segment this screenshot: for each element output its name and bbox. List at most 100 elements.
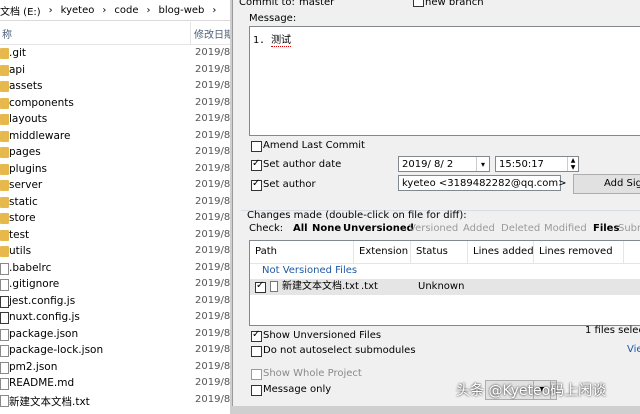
set-author-date-label: Set author date: [263, 159, 342, 170]
view-patch-link[interactable]: Vie: [627, 344, 640, 355]
folder-icon: [0, 147, 9, 158]
file-list-item[interactable]: test 2019/8/: [0, 228, 234, 244]
file-list-item[interactable]: utils 2019/8/: [0, 244, 234, 260]
filter-versioned[interactable]: Versioned: [409, 223, 458, 234]
file-icon: [0, 328, 9, 341]
file-icon: [0, 394, 9, 407]
author-input[interactable]: kyeteo <3189482282@qq.com>: [398, 175, 567, 191]
author-date-value: 2019/ 8/ 2: [402, 159, 454, 170]
file-date: 2019/8/: [195, 129, 234, 141]
set-author-checkbox[interactable]: [251, 178, 262, 191]
author-date-picker[interactable]: 2019/ 8/ 2 ▾: [398, 156, 490, 172]
file-explorer: 文档 (E:) › kyeteo › code › blog-web › 称 修…: [0, 0, 234, 414]
file-name: nuxt.config.js: [9, 311, 80, 323]
file-name: pm2.json: [9, 360, 58, 373]
show-unversioned-checkbox[interactable]: [251, 329, 262, 342]
file-date: 2019/8/: [195, 47, 234, 58]
breadcrumb-separator: ›: [102, 4, 107, 16]
column-lines-added-header[interactable]: Lines added: [468, 241, 534, 263]
table-row[interactable]: 新建文本文档.txt .txt Unknown: [250, 279, 640, 295]
row-checkbox[interactable]: [255, 280, 266, 293]
file-icon: [0, 361, 9, 374]
set-author-date-checkbox[interactable]: [251, 158, 262, 171]
folder-icon: [0, 180, 9, 191]
file-list-item[interactable]: pm2.json 2019/8/: [0, 360, 234, 376]
commit-message-input[interactable]: 1. 测试: [249, 26, 640, 136]
commit-to-label: Commit to:: [239, 0, 295, 8]
folder-icon: [0, 163, 9, 175]
file-date: 2019/8/: [195, 261, 234, 273]
filter-unversioned[interactable]: Unversioned: [343, 223, 414, 234]
file-list-item[interactable]: jest.config.js 2019/8/: [0, 294, 234, 310]
file-list-item[interactable]: package-lock.json 2019/8/: [0, 343, 234, 359]
file-name: jest.config.js: [9, 294, 76, 307]
file-list-item[interactable]: middleware 2019/8/: [0, 129, 234, 145]
file-list-item[interactable]: assets 2019/8/: [0, 79, 234, 95]
file-list-item[interactable]: .babelrc 2019/8/: [0, 261, 234, 277]
file-list-item[interactable]: 新建文本文档.txt 2019/8/: [0, 393, 234, 409]
no-autoselect-checkbox[interactable]: [251, 346, 262, 357]
calendar-dropdown-icon[interactable]: ▾: [476, 157, 489, 171]
amend-checkbox[interactable]: [251, 141, 262, 152]
file-list-item[interactable]: plugins 2019/8/: [0, 162, 234, 178]
file-icon: [0, 345, 9, 357]
set-author-label: Set author: [263, 179, 316, 190]
row-extension: .txt: [361, 281, 378, 292]
author-time-input[interactable]: 15:50:17 ▲ ▼: [495, 156, 579, 172]
table-header: Path Extension Status Lines added Lines …: [250, 241, 640, 264]
filter-none[interactable]: None: [312, 223, 341, 234]
column-extension-header[interactable]: Extension: [354, 241, 411, 263]
filter-submodules[interactable]: Subm: [618, 223, 640, 234]
column-lines-removed-header[interactable]: Lines removed: [534, 241, 624, 263]
file-name: .babelrc: [9, 261, 52, 274]
breadcrumb-separator: ›: [48, 4, 53, 16]
filter-deleted[interactable]: Deleted: [501, 223, 540, 234]
file-list-item[interactable]: api 2019/8/: [0, 63, 234, 79]
file-name: test: [9, 228, 30, 241]
filter-files[interactable]: Files: [593, 223, 619, 234]
breadcrumb-item[interactable]: code: [114, 5, 138, 16]
new-branch-label: new branch: [425, 0, 484, 8]
breadcrumb-item[interactable]: blog-web: [159, 5, 205, 16]
file-date: 2019/8/: [195, 228, 234, 240]
file-list-item[interactable]: nuxt.config.js 2019/8/: [0, 310, 234, 326]
file-icon: [0, 312, 9, 324]
message-only-checkbox[interactable]: [251, 385, 262, 396]
file-name: store: [9, 212, 36, 224]
filter-modified[interactable]: Modified: [544, 223, 587, 234]
add-signed-off-button[interactable]: Add Sign: [573, 174, 640, 194]
file-list-item[interactable]: package.json 2019/8/: [0, 327, 234, 343]
check-label: Check:: [249, 223, 284, 234]
file-list-item[interactable]: .gitignore 2019/8/: [0, 277, 234, 293]
file-date: 2019/8/: [195, 96, 234, 108]
breadcrumb-item[interactable]: 文档 (E:): [0, 3, 41, 18]
time-spinner-icon[interactable]: ▲ ▼: [567, 157, 578, 171]
column-name-header[interactable]: 称: [2, 26, 12, 41]
filter-added[interactable]: Added: [463, 223, 495, 234]
file-list-item[interactable]: store 2019/8/: [0, 211, 234, 227]
file-name: .gitignore: [9, 278, 60, 290]
file-list-item[interactable]: pages 2019/8/: [0, 145, 234, 161]
breadcrumb[interactable]: 文档 (E:) › kyeteo › code › blog-web ›: [0, 0, 232, 21]
file-name: static: [9, 195, 38, 208]
column-date-header[interactable]: 修改日期: [194, 26, 234, 41]
breadcrumb-item[interactable]: kyeteo: [61, 5, 95, 16]
filter-all[interactable]: All: [293, 223, 308, 234]
file-list-item[interactable]: layouts 2019/8/: [0, 112, 234, 128]
file-list-item[interactable]: .git 2019/8/: [0, 46, 234, 62]
file-list-item[interactable]: server 2019/8/: [0, 178, 234, 194]
file-name: assets: [9, 80, 43, 92]
column-status-header[interactable]: Status: [411, 241, 468, 263]
commit-message-text: 1. 测试: [253, 31, 292, 47]
commit-to-branch: master: [299, 0, 335, 8]
file-name: layouts: [9, 113, 48, 125]
changed-files-table[interactable]: Path Extension Status Lines added Lines …: [249, 240, 640, 326]
file-list-item[interactable]: static 2019/8/: [0, 195, 234, 211]
file-list-item[interactable]: components 2019/8/: [0, 96, 234, 112]
column-divider[interactable]: [190, 22, 191, 44]
new-branch-checkbox[interactable]: [413, 0, 424, 7]
column-path-header[interactable]: Path: [250, 241, 354, 263]
show-whole-project-checkbox[interactable]: [251, 369, 262, 380]
folder-icon: [0, 130, 9, 142]
file-list-item[interactable]: README.md 2019/8/: [0, 376, 234, 392]
